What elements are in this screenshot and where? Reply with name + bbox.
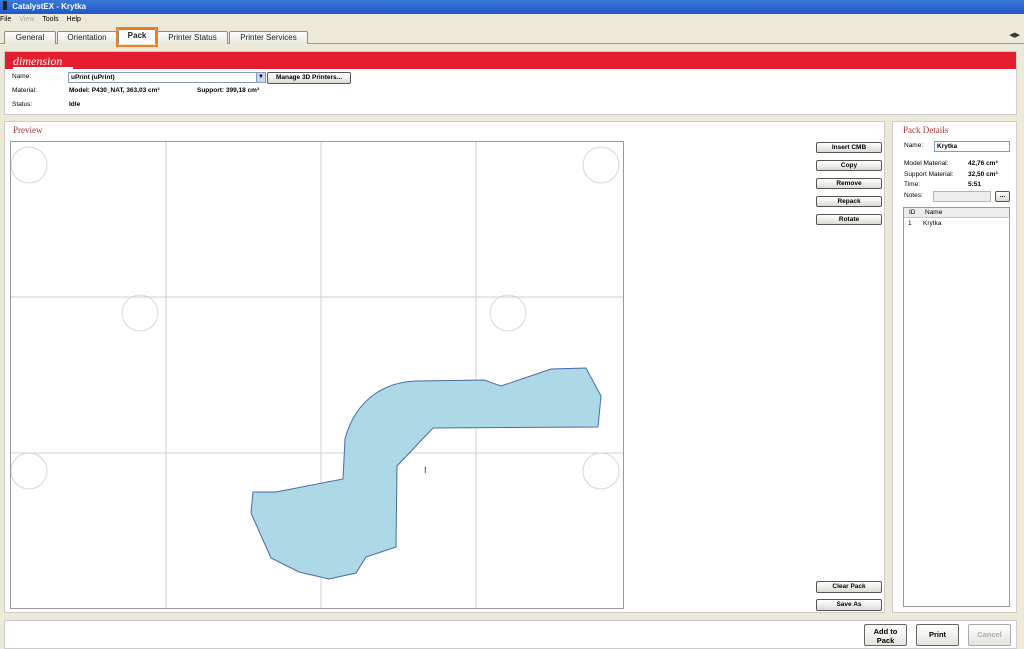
notes-input[interactable] — [933, 191, 991, 202]
title-bar: CatalystEX - Krytka — [0, 0, 1024, 14]
build-plate-svg: I — [10, 142, 623, 608]
rotate-button[interactable]: Rotate — [816, 214, 882, 225]
notes-label: Notes: — [904, 192, 923, 199]
tab-general[interactable]: General — [4, 31, 56, 44]
column-header-name[interactable]: Name — [925, 208, 942, 217]
support-material-label: Support Material: — [904, 171, 954, 178]
app-icon — [3, 1, 7, 10]
menu-file[interactable]: File — [0, 14, 11, 26]
build-plate-canvas[interactable]: I — [10, 141, 624, 609]
menu-tools[interactable]: Tools — [42, 14, 58, 26]
material-label: Material: — [12, 87, 37, 94]
brand-logo-underline — [13, 67, 73, 69]
remove-button[interactable]: Remove — [816, 178, 882, 189]
add-to-pack-label-line2: Pack — [876, 636, 895, 645]
list-item[interactable]: 1 Krytka — [904, 219, 1009, 229]
fixture-circles — [10, 146, 620, 490]
pack-name-input[interactable]: Krytka — [934, 141, 1010, 152]
tab-printer-status[interactable]: Printer Status — [157, 31, 228, 44]
printer-name-select[interactable]: uPrint (uPrint) ▼ — [68, 72, 266, 83]
manage-3d-printers-button[interactable]: Manage 3D Printers... — [267, 72, 351, 84]
tab-pack[interactable]: Pack — [118, 29, 156, 44]
insert-cmb-button[interactable]: Insert CMB — [816, 142, 882, 153]
preview-title: Preview — [13, 125, 43, 135]
model-material-label: Model Material: — [904, 160, 949, 167]
footer-bar: Add to Pack Print Cancel — [4, 620, 1017, 649]
list-item-id: 1 — [908, 220, 912, 227]
model-material-value: Model: P430_NAT, 363,03 cm³ — [69, 87, 160, 94]
column-header-id[interactable]: ID — [909, 208, 916, 217]
pack-list-header: ID Name — [904, 208, 1009, 218]
tab-scroll-arrows-icon[interactable]: ◀▶ — [1009, 31, 1020, 39]
list-item-name: Krytka — [923, 220, 942, 227]
pack-model-material-value: 42,76 cm³ — [968, 160, 998, 167]
cancel-button[interactable]: Cancel — [968, 624, 1011, 646]
support-material-value: Support: 399,18 cm³ — [197, 87, 260, 94]
status-value: Idle — [69, 101, 81, 108]
pack-support-material-value: 32,50 cm³ — [968, 171, 998, 178]
menu-view[interactable]: View — [19, 14, 34, 26]
add-to-pack-label-line1: Add to — [873, 627, 898, 636]
printer-header-panel: dimension Name: uPrint (uPrint) ▼ Manage… — [4, 51, 1017, 115]
copy-button[interactable]: Copy — [816, 160, 882, 171]
pack-name-label: Name: — [904, 142, 924, 149]
printer-name-label: Name: — [12, 73, 32, 80]
repack-button[interactable]: Repack — [816, 196, 882, 207]
pack-details-panel: Pack Details Name: Krytka Model Material… — [892, 121, 1017, 613]
time-label: Time: — [904, 181, 921, 188]
preview-panel: Preview I Insert CMB Copy Remove Repack … — [4, 121, 885, 613]
tab-orientation[interactable]: Orientation — [57, 31, 117, 44]
time-value: 5:51 — [968, 181, 982, 188]
status-label: Status: — [12, 101, 33, 108]
save-as-button[interactable]: Save As — [816, 599, 882, 611]
menu-help[interactable]: Help — [67, 14, 81, 26]
tab-printer-services[interactable]: Printer Services — [229, 31, 308, 44]
clear-pack-button[interactable]: Clear Pack — [816, 581, 882, 593]
print-button[interactable]: Print — [916, 624, 959, 646]
chevron-down-icon[interactable]: ▼ — [256, 73, 265, 82]
brand-bar: dimension — [5, 52, 1016, 69]
pack-details-title: Pack Details — [903, 125, 949, 135]
notes-browse-button[interactable]: ... — [995, 191, 1010, 202]
printer-name-value: uPrint (uPrint) — [71, 74, 115, 81]
add-to-pack-button[interactable]: Add to Pack — [864, 624, 907, 646]
window-title: CatalystEX - Krytka — [12, 2, 87, 11]
menu-bar: File View Tools Help — [0, 14, 1024, 26]
text-cursor-icon: I — [424, 465, 427, 475]
tab-strip: General Orientation Pack Printer Status … — [0, 26, 1024, 44]
pack-parts-list[interactable]: ID Name 1 Krytka — [903, 207, 1010, 607]
